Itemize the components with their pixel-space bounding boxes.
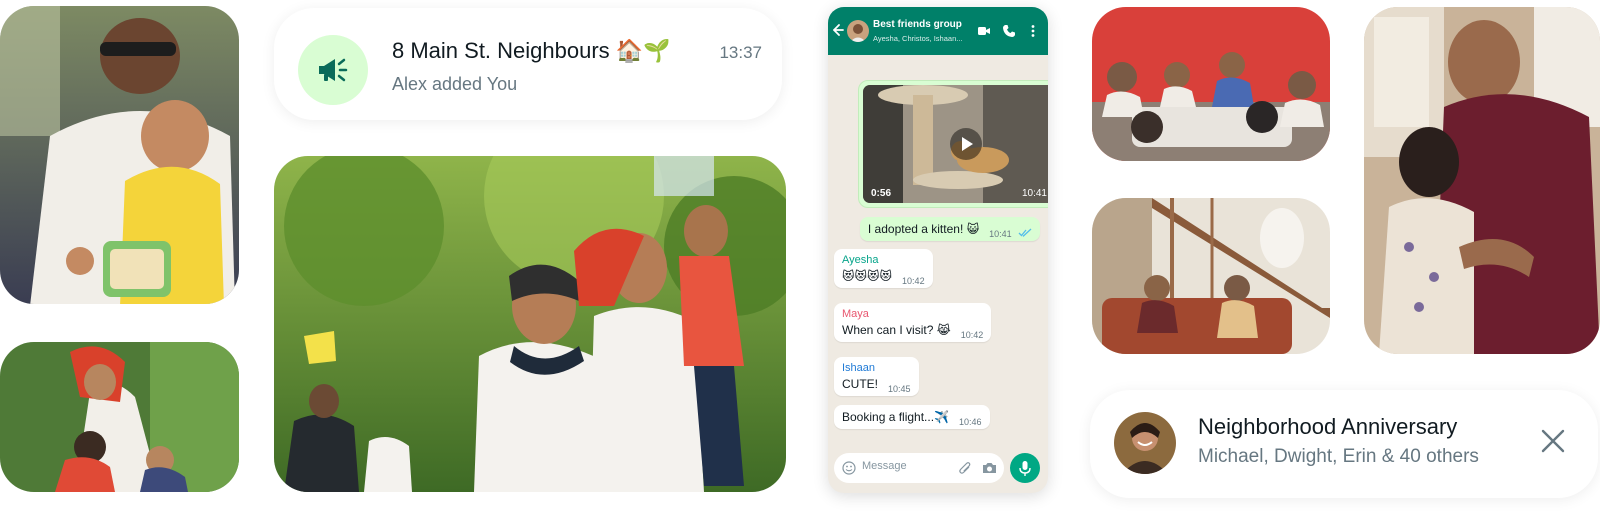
message-bubble-incoming[interactable]: Ayesha 😻😻😻😻 10:42 xyxy=(834,249,933,288)
message-sender: Maya xyxy=(842,308,869,320)
emoji-icon[interactable] xyxy=(842,461,856,475)
group-members: Ayesha, Christos, Ishaan... xyxy=(873,34,963,43)
message-sender: Ayesha xyxy=(842,254,879,266)
photo-family-outdoors xyxy=(0,342,239,492)
event-subtitle: Michael, Dwight, Erin & 40 others xyxy=(1198,446,1479,467)
photo-couple-on-sofa xyxy=(1092,198,1330,354)
event-title: Neighborhood Anniversary xyxy=(1198,414,1458,439)
photo-mother-child-picnic xyxy=(0,6,239,304)
play-icon[interactable] xyxy=(950,128,982,160)
message-bubble-incoming[interactable]: Booking a flight...✈️ 10:46 xyxy=(834,405,990,429)
notification-time: 13:37 xyxy=(719,43,762,62)
message-time: 10:45 xyxy=(888,384,911,394)
message-bubble-outgoing[interactable]: I adopted a kitten! 😺 10:41 xyxy=(859,217,1040,241)
group-subtitle: Alex added You xyxy=(392,74,518,94)
message-bubble-incoming[interactable]: Maya When can I visit? 😹 10:42 xyxy=(834,303,992,342)
photo-women-in-park xyxy=(274,156,786,492)
message-text: Booking a flight...✈️ xyxy=(842,410,949,424)
video-time: 10:41 xyxy=(1021,188,1047,199)
mic-icon xyxy=(1019,461,1031,476)
group-title: 8 Main St. Neighbours 🏠🌱 xyxy=(392,38,671,63)
chat-header: Best friends group Ayesha, Christos, Ish… xyxy=(828,7,1048,55)
message-time: 10:41 xyxy=(989,229,1012,239)
photo-grandfather-hug xyxy=(1364,7,1600,354)
video-message[interactable]: 0:56 10:41 xyxy=(858,80,1048,208)
message-text: When can I visit? 😹 xyxy=(842,323,951,337)
message-text: I adopted a kitten! 😺 xyxy=(867,222,980,236)
chat-phone-mockup: Best friends group Ayesha, Christos, Ish… xyxy=(828,7,1048,493)
phone-icon[interactable] xyxy=(1002,24,1016,38)
message-text: 😻😻😻😻 xyxy=(842,269,893,283)
back-arrow-icon[interactable] xyxy=(833,22,845,38)
megaphone-icon xyxy=(298,35,368,105)
message-bubble-incoming[interactable]: Ishaan CUTE! 10:45 xyxy=(834,357,919,396)
message-composer[interactable] xyxy=(834,453,1004,483)
group-name[interactable]: Best friends group xyxy=(873,19,962,30)
message-input[interactable] xyxy=(862,460,952,472)
camera-icon[interactable] xyxy=(982,461,997,475)
message-time: 10:42 xyxy=(902,276,925,286)
group-notification-card[interactable]: 8 Main St. Neighbours 🏠🌱 Alex added You … xyxy=(274,8,782,120)
video-call-icon[interactable] xyxy=(977,24,991,38)
event-avatar xyxy=(1114,412,1176,474)
video-duration: 0:56 xyxy=(871,188,892,199)
close-icon[interactable] xyxy=(1538,426,1568,456)
photo-family-dinner xyxy=(1092,7,1330,161)
attach-icon[interactable] xyxy=(958,461,972,475)
message-time: 10:46 xyxy=(959,417,982,427)
read-ticks-icon xyxy=(1018,228,1032,237)
message-time: 10:42 xyxy=(960,330,984,340)
event-notification-card[interactable]: Neighborhood Anniversary Michael, Dwight… xyxy=(1090,390,1598,498)
mic-button[interactable] xyxy=(1010,453,1040,483)
message-sender: Ishaan xyxy=(842,362,876,374)
more-vert-icon[interactable] xyxy=(1026,24,1040,38)
group-avatar[interactable] xyxy=(847,20,869,42)
video-thumbnail[interactable]: 0:56 10:41 xyxy=(863,85,1048,203)
message-text: CUTE! xyxy=(842,377,878,391)
